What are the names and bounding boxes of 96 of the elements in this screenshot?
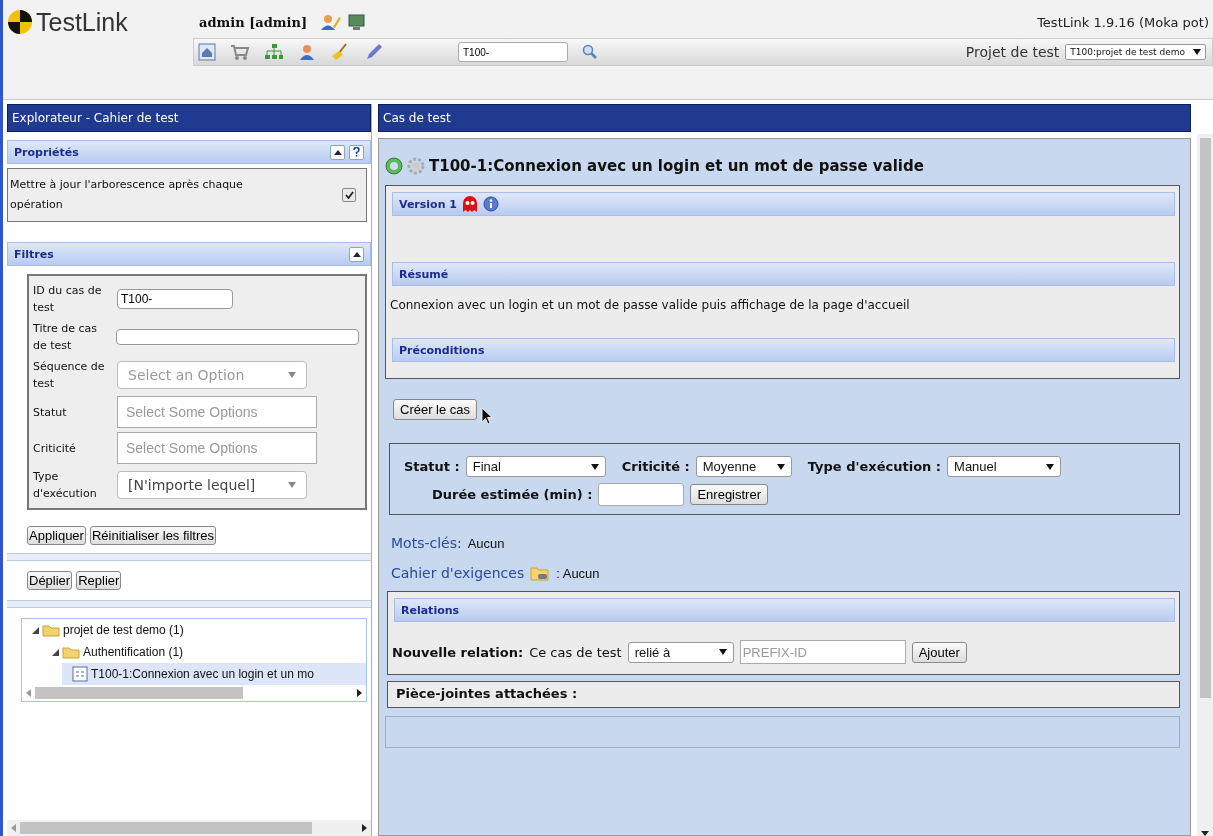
- dropdown-arrow-icon[interactable]: [776, 463, 785, 470]
- ghost-icon[interactable]: [461, 196, 479, 212]
- folder-icon[interactable]: [530, 565, 551, 581]
- scroll-left-icon[interactable]: [11, 824, 16, 832]
- expand-triangle-icon[interactable]: [32, 626, 39, 634]
- filter-label: Titre de cas de test: [33, 321, 99, 354]
- filter-label: Séquence de test: [33, 359, 106, 392]
- keywords-value: Aucun: [467, 535, 505, 551]
- help-button[interactable]: [349, 144, 364, 160]
- tree-label: T100-1:Connexion avec un login et un mo: [91, 667, 314, 681]
- horizontal-scrollbar[interactable]: [7, 820, 371, 836]
- section-title: Relations: [401, 603, 460, 617]
- relation-text: Ce cas de test: [529, 644, 622, 660]
- dropdown-arrow-icon[interactable]: [718, 649, 727, 655]
- filter-label: Type d'exécution: [33, 469, 98, 502]
- attribute-select[interactable]: Manuel: [947, 456, 1062, 477]
- app-logo: TestLink: [36, 7, 128, 37]
- logo-icon: [7, 9, 33, 35]
- relation-id-field[interactable]: PREFIX-ID: [739, 640, 906, 664]
- filter-label: ID du cas de test: [33, 283, 103, 316]
- info-icon[interactable]: [483, 196, 499, 212]
- keywords-label: Mots-clés:: [391, 535, 462, 551]
- filter-input[interactable]: T100-: [117, 289, 233, 309]
- section-title: Propriétés: [14, 145, 79, 159]
- scroll-right-icon[interactable]: [357, 689, 362, 697]
- user-icon[interactable]: [298, 43, 316, 61]
- attribute-select[interactable]: Final: [465, 456, 606, 477]
- summary-text: Connexion avec un login et un mot de passe valide puis affichage de la page d'accueil: [390, 297, 911, 314]
- panel-title: Explorateur - Cahier de test: [7, 104, 371, 132]
- tree-button[interactable]: Replier: [76, 571, 122, 590]
- project-select[interactable]: T100:projet de test demo: [1065, 44, 1206, 60]
- filter-input[interactable]: [115, 329, 359, 345]
- collapse-button[interactable]: [349, 246, 364, 262]
- option-label: Mettre à jour l'arborescence après chaque opération: [10, 177, 244, 213]
- version-label: Version 1: [399, 197, 457, 211]
- folder-icon: [42, 623, 60, 637]
- monitor-icon[interactable]: [347, 13, 368, 31]
- requirements-value: : Aucun: [556, 565, 600, 581]
- broom-icon[interactable]: [330, 43, 350, 61]
- filter-label: Criticité: [33, 440, 77, 457]
- search-icon[interactable]: [582, 44, 598, 60]
- filter-select[interactable]: [N'importe lequel]: [117, 471, 307, 499]
- requirements-label: Cahier d'exigences: [391, 565, 525, 581]
- tree-button[interactable]: Déplier: [27, 571, 73, 590]
- tree-label: Authentification (1): [83, 645, 184, 659]
- expand-triangle-icon[interactable]: [52, 648, 59, 656]
- home-icon[interactable]: [198, 43, 216, 61]
- create-button[interactable]: Créer le cas: [393, 398, 478, 420]
- folder-icon: [62, 645, 80, 659]
- filter-multiselect[interactable]: Select Some Options: [117, 396, 317, 428]
- checkbox[interactable]: [342, 188, 356, 202]
- tree-item[interactable]: T100-1:Connexion avec un login et un mo: [62, 663, 366, 685]
- relation-label: Nouvelle relation:: [392, 644, 524, 660]
- test-case-title: T100-1:Connexion avec un login et un mot de passe valide: [429, 157, 924, 175]
- attribute-label: Statut :: [404, 459, 460, 474]
- version-label: TestLink 1.9.16 (Moka pot): [1037, 14, 1209, 30]
- scroll-right-icon[interactable]: [362, 824, 367, 832]
- add-button[interactable]: Ajouter: [911, 641, 967, 663]
- tree-item[interactable]: Authentification (1): [42, 641, 366, 663]
- filter-button[interactable]: Réinitialiser les filtres: [89, 526, 217, 545]
- scroll-left-icon[interactable]: [26, 689, 31, 697]
- attribute-select[interactable]: Moyenne: [695, 456, 792, 477]
- relation-select[interactable]: relié à: [627, 641, 734, 663]
- dropdown-arrow-icon[interactable]: [1193, 49, 1201, 55]
- section-title: Filtres: [14, 247, 54, 261]
- dropdown-arrow-icon[interactable]: [1046, 463, 1055, 470]
- duration-field[interactable]: [598, 483, 685, 506]
- vertical-scrollbar[interactable]: [1197, 134, 1213, 836]
- tree-item[interactable]: projet de test demo (1): [22, 619, 366, 641]
- attachments-title: Pièce-jointes attachées :: [396, 686, 578, 701]
- scroll-down-icon[interactable]: [1201, 831, 1209, 836]
- filter-label: Statut: [33, 404, 68, 421]
- dropdown-arrow-icon[interactable]: [590, 463, 599, 470]
- filter-button[interactable]: Appliquer: [27, 526, 86, 545]
- project-label: Projet de test: [965, 44, 1060, 60]
- duration-label: Durée estimée (min) :: [432, 487, 593, 502]
- cart-icon[interactable]: [230, 43, 250, 61]
- person-edit-icon[interactable]: [319, 13, 342, 31]
- filter-multiselect[interactable]: Select Some Options: [117, 432, 317, 464]
- attribute-label: Criticité :: [621, 459, 690, 474]
- caret-up-icon: [333, 149, 342, 155]
- attribute-label: Type d'exécution :: [807, 459, 942, 474]
- user-name: admin [admin]: [199, 14, 308, 30]
- hierarchy-icon[interactable]: [264, 43, 284, 61]
- pen-icon[interactable]: [364, 43, 384, 61]
- caret-up-icon: [352, 251, 361, 257]
- tree-label: projet de test demo (1): [63, 623, 184, 637]
- question-mark-icon: [353, 147, 360, 157]
- search-field[interactable]: T100-: [458, 42, 568, 62]
- document-icon: [72, 666, 88, 682]
- collapse-button[interactable]: [330, 144, 345, 160]
- mouse-cursor-icon: [481, 407, 494, 425]
- section-title: Préconditions: [399, 343, 485, 357]
- save-button[interactable]: Enregistrer: [690, 484, 768, 505]
- panel-title: Cas de test: [378, 104, 1191, 132]
- section-title: Résumé: [399, 267, 449, 281]
